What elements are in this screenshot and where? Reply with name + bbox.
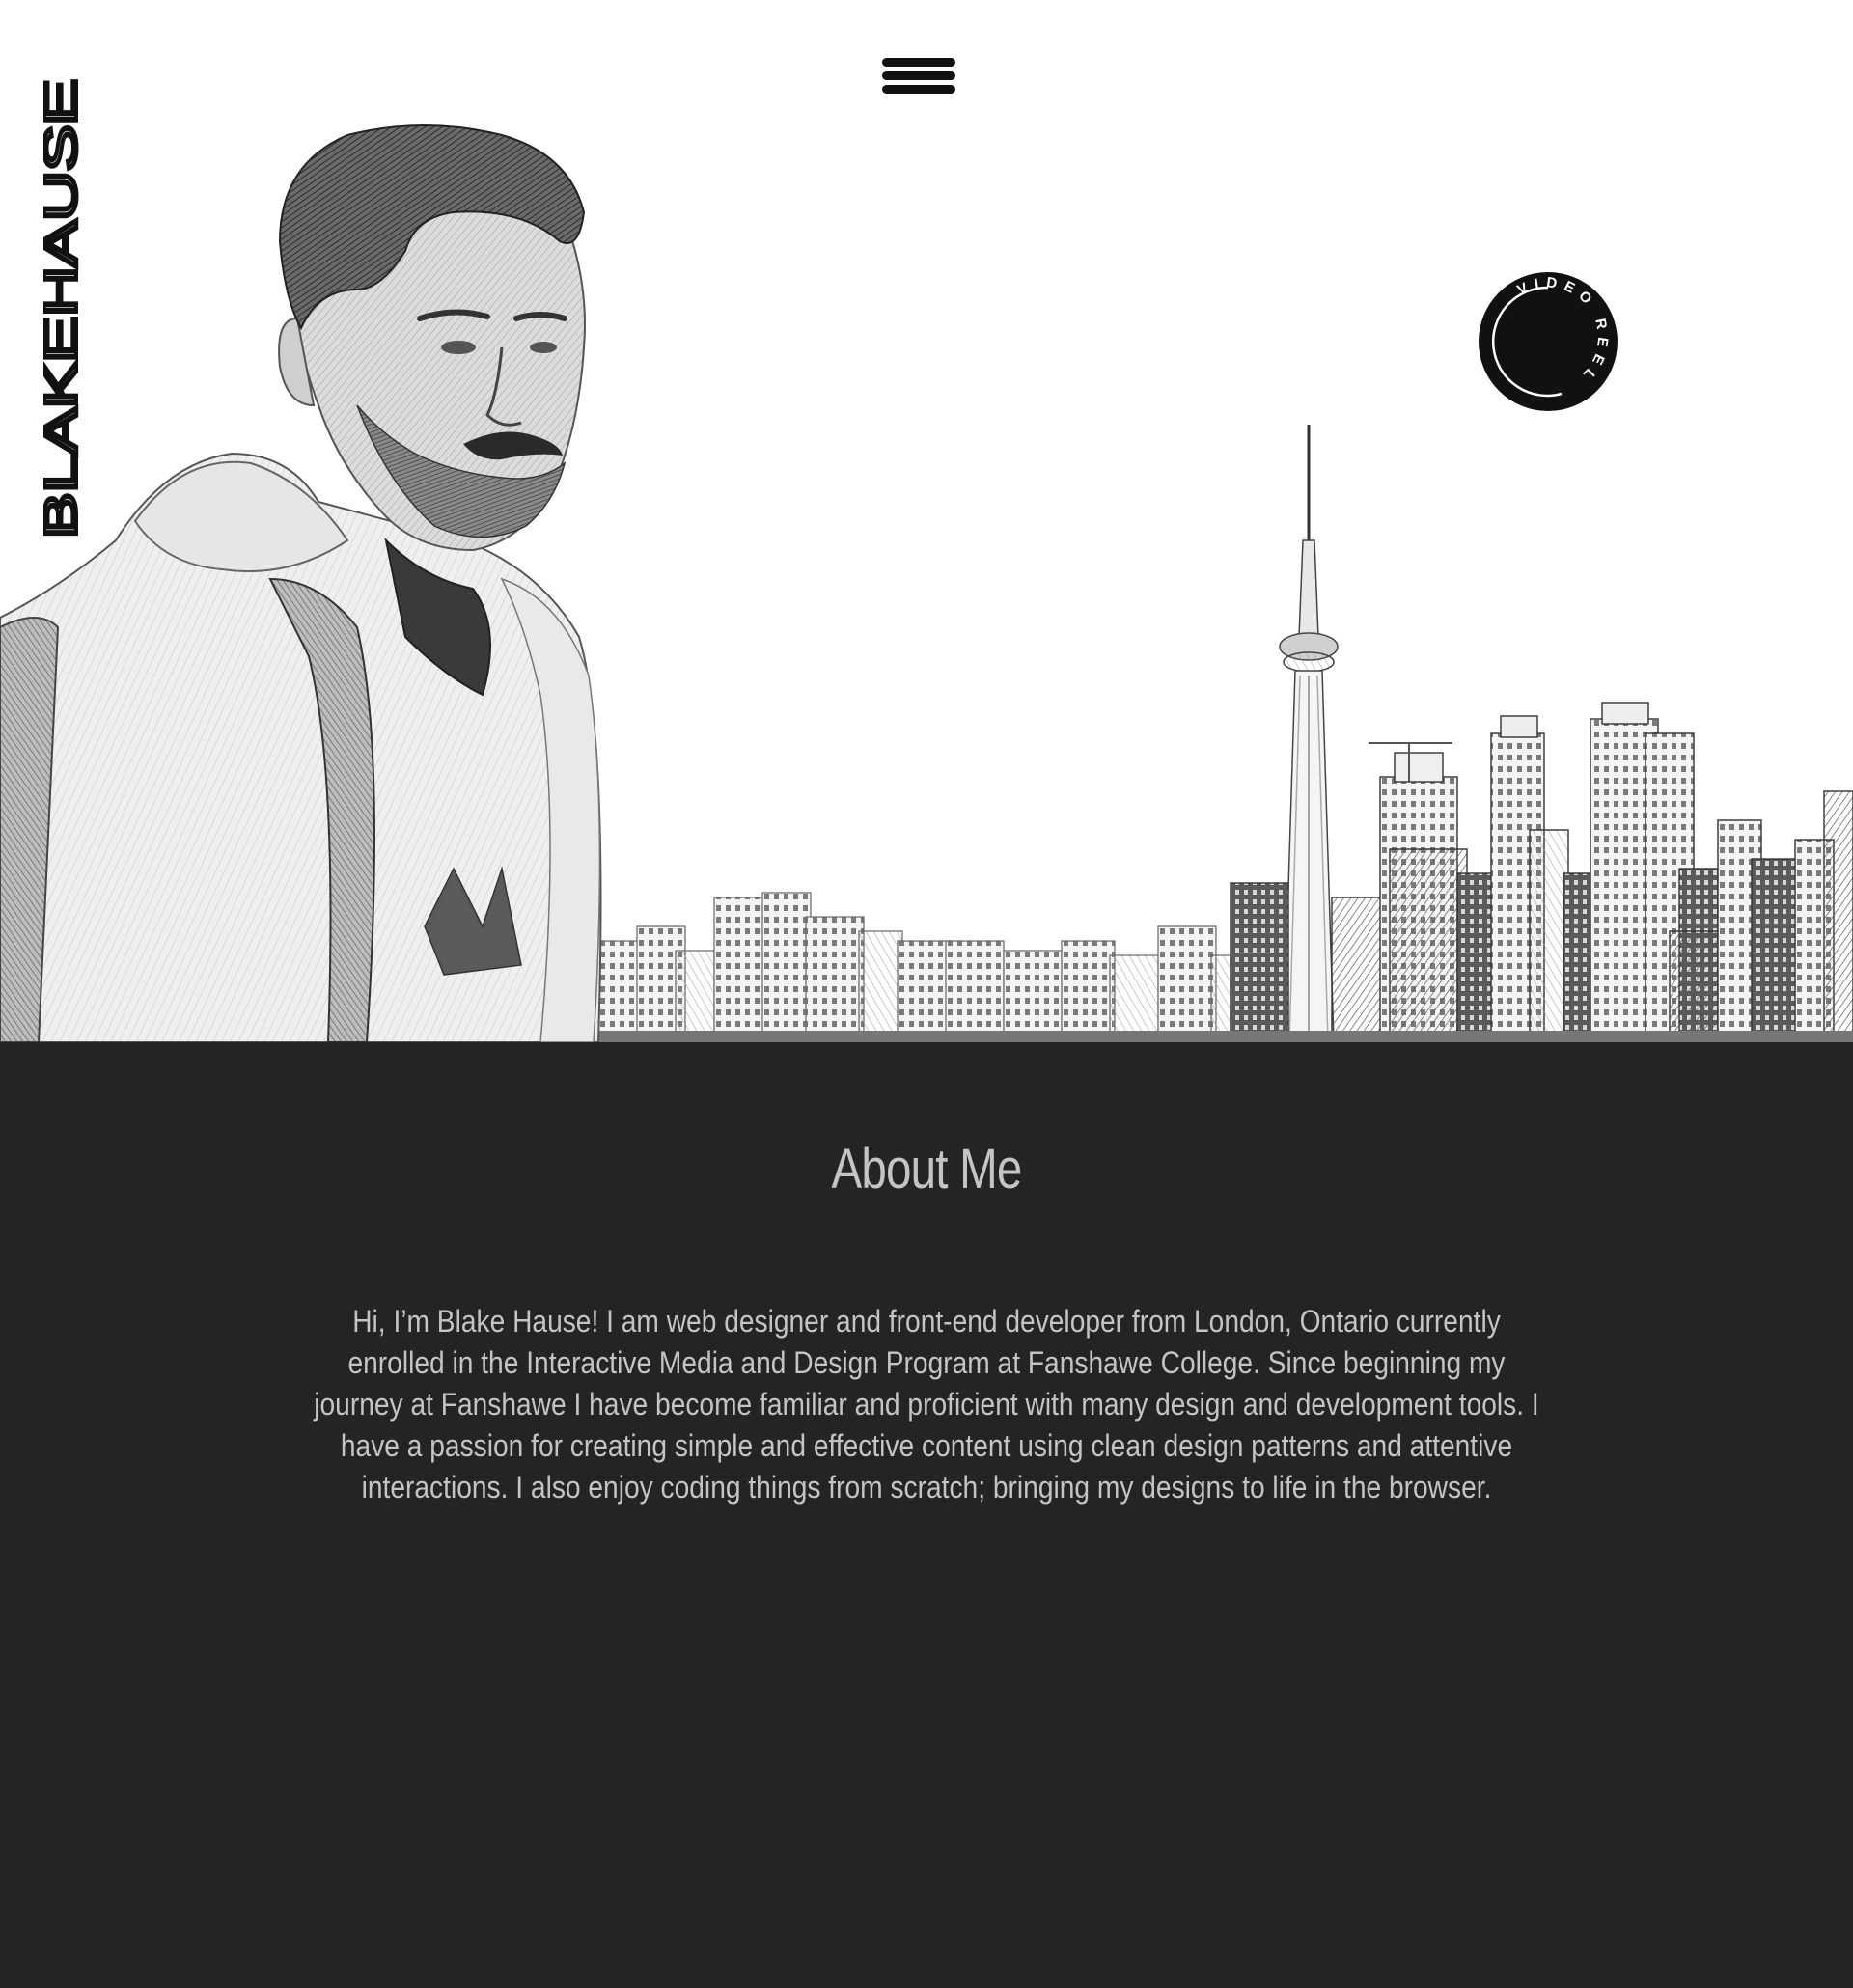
video-reel-button[interactable]: VIDEO REEL — [1477, 270, 1619, 413]
about-section: About Me Hi, I’m Blake Hause! I am web d… — [0, 1042, 1853, 1988]
hero-section: BLAKEHAUSE VIDEO REEL — [0, 0, 1853, 1042]
video-reel-badge: VIDEO REEL — [1479, 272, 1618, 411]
logo-text: BLAKEHAUSE — [43, 79, 82, 538]
about-title: About Me — [831, 1138, 1022, 1201]
brand-logo[interactable]: BLAKEHAUSE — [43, 77, 82, 540]
logo-wordmark: BLAKEHAUSE — [43, 77, 82, 540]
about-body: Hi, I’m Blake Hause! I am web designer a… — [314, 1304, 1539, 1505]
page: BLAKEHAUSE VIDEO REEL About Me Hi, I’m B… — [0, 0, 1853, 1988]
portrait-illustration — [0, 124, 602, 1042]
menu-button[interactable] — [882, 56, 957, 97]
